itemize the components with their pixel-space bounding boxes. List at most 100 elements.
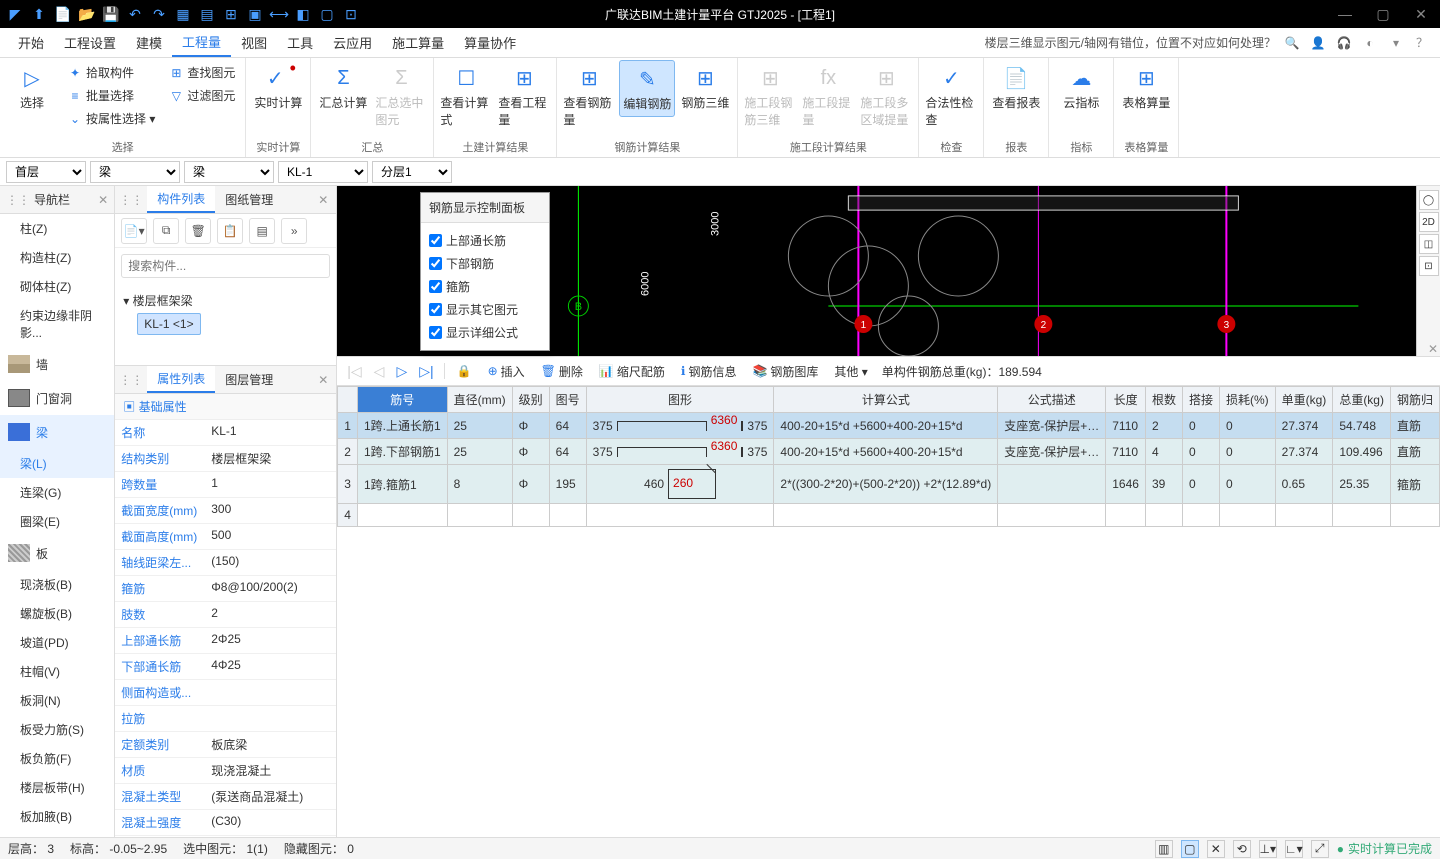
rebar-th[interactable]: 图形 <box>586 387 774 413</box>
tb-new-icon[interactable]: 📄 <box>52 3 74 25</box>
nav-cat-门窗洞[interactable]: 门窗洞 <box>0 381 114 415</box>
rebar-check-箍筋[interactable]: 箍筋 <box>429 275 541 298</box>
component-search-input[interactable] <box>121 254 330 278</box>
rebar-th[interactable]: 损耗(%) <box>1219 387 1275 413</box>
skin-icon[interactable]: ◐ <box>1360 33 1380 53</box>
menu-construction[interactable]: 施工算量 <box>382 29 454 56</box>
tree-leaf-kl1[interactable]: KL-1 <1> <box>137 313 200 335</box>
tab-component-list[interactable]: 构件列表 <box>147 186 215 213</box>
prop-row[interactable]: 跨数量1 <box>115 472 336 498</box>
nav-item-梁(L)[interactable]: 梁(L) <box>0 449 114 478</box>
nav-item-圈梁(E)[interactable]: 圈梁(E) <box>0 507 114 536</box>
comp-layer-button[interactable]: ▤ <box>249 218 275 244</box>
rebar-th[interactable]: 长度 <box>1106 387 1146 413</box>
sb-tool3-icon[interactable]: ✕ <box>1207 840 1225 858</box>
menu-project-settings[interactable]: 工程设置 <box>54 29 126 56</box>
headset-icon[interactable]: 🎧 <box>1334 33 1354 53</box>
ribbon-拾取构件[interactable]: ✦拾取构件 <box>64 62 159 83</box>
ribbon-查看计算式[interactable]: ☐查看计算式 <box>438 60 494 132</box>
comp-tabs-close-icon[interactable]: ✕ <box>310 193 336 207</box>
prop-row[interactable]: 肢数2 <box>115 602 336 628</box>
tb-undo-icon[interactable]: ↶ <box>124 3 146 25</box>
tb-misc2-icon[interactable]: ▢ <box>316 3 338 25</box>
ribbon-实时计算[interactable]: ✓•实时计算 <box>250 60 306 115</box>
nav-item-板负筋(F)[interactable]: 板负筋(F) <box>0 744 114 773</box>
vp-tool4-icon[interactable]: ⊡ <box>1419 256 1439 276</box>
nav-item-板受力筋(S)[interactable]: 板受力筋(S) <box>0 715 114 744</box>
prop-row[interactable]: 结构类别楼层框架梁 <box>115 446 336 472</box>
insert-button[interactable]: ⊕插入 <box>482 360 531 383</box>
rebar-th[interactable]: 根数 <box>1145 387 1182 413</box>
nav-item-构造柱(Z)[interactable]: 构造柱(Z) <box>0 243 114 272</box>
rebar-th[interactable] <box>338 387 358 413</box>
prop-row[interactable]: 侧面构造或... <box>115 680 336 706</box>
rebar-row[interactable]: 31跨.箍筋18Φ1954602602*((300-2*20)+(500-2*2… <box>338 465 1440 504</box>
layer-select[interactable]: 分层1 <box>372 161 452 183</box>
rebar-check-下部钢筋[interactable]: 下部钢筋 <box>429 252 541 275</box>
ribbon-查看钢筋量[interactable]: ⊞查看钢筋量 <box>561 60 617 132</box>
ribbon-表格算量[interactable]: ⊞表格算量 <box>1118 60 1174 115</box>
prop-row[interactable]: 拉筋 <box>115 706 336 732</box>
prop-row[interactable]: 名称KL-1 <box>115 420 336 446</box>
member-select[interactable]: KL-1 <box>278 161 368 183</box>
prop-row[interactable]: 截面宽度(mm)300 <box>115 498 336 524</box>
notify-icon[interactable]: ▾ <box>1386 33 1406 53</box>
prop-row[interactable]: 混凝土强度(C30) <box>115 810 336 836</box>
scale-button[interactable]: 📊缩尺配筋 <box>593 360 671 383</box>
prop-row[interactable]: 上部通长筋2Φ25 <box>115 628 336 654</box>
nav-close-icon[interactable]: ✕ <box>98 193 108 207</box>
nav-next-icon[interactable]: ▷ <box>392 363 411 380</box>
ribbon-查看报表[interactable]: 📄查看报表 <box>988 60 1044 115</box>
info-button[interactable]: ℹ钢筋信息 <box>675 360 743 383</box>
tab-layer-mgmt[interactable]: 图层管理 <box>215 366 283 393</box>
rebar-th[interactable]: 搭接 <box>1182 387 1219 413</box>
sb-tool1-icon[interactable]: ▥ <box>1155 840 1173 858</box>
tb-open-icon[interactable]: 📂 <box>76 3 98 25</box>
ribbon-选择[interactable]: ▷选择 <box>4 60 60 115</box>
rebar-table[interactable]: 筋号直径(mm)级别图号图形计算公式公式描述长度根数搭接损耗(%)单重(kg)总… <box>337 386 1440 527</box>
rebar-th[interactable]: 图号 <box>549 387 586 413</box>
menu-collab[interactable]: 算量协作 <box>454 29 526 56</box>
subcategory-select[interactable]: 梁 <box>184 161 274 183</box>
user-icon[interactable]: 👤 <box>1308 33 1328 53</box>
nav-item-板洞(N)[interactable]: 板洞(N) <box>0 686 114 715</box>
rebar-row[interactable]: 4 <box>338 504 1440 527</box>
prop-row[interactable]: 箍筋Φ8@100/200(2) <box>115 576 336 602</box>
rebar-th[interactable]: 直径(mm) <box>447 387 512 413</box>
menu-tools[interactable]: 工具 <box>277 29 323 56</box>
nav-item-螺旋板(B)[interactable]: 螺旋板(B) <box>0 599 114 628</box>
tb-redo-icon[interactable]: ↷ <box>148 3 170 25</box>
minimize-button[interactable]: — <box>1326 0 1364 28</box>
nav-first-icon[interactable]: |◁ <box>343 363 365 380</box>
sb-tool5-icon[interactable]: ⊥▾ <box>1259 840 1277 858</box>
lock-button[interactable]: 🔒 <box>451 361 478 381</box>
rebar-th[interactable]: 钢筋归 <box>1390 387 1439 413</box>
rebar-th[interactable]: 筋号 <box>357 387 447 413</box>
floor-select[interactable]: 首层 <box>6 161 86 183</box>
nav-cat-板[interactable]: 板 <box>0 536 114 570</box>
nav-item-坡道(PD)[interactable]: 坡道(PD) <box>0 628 114 657</box>
tab-property-list[interactable]: 属性列表 <box>147 366 215 393</box>
tb-grid2-icon[interactable]: ▤ <box>196 3 218 25</box>
comp-paste-button[interactable]: 📋 <box>217 218 243 244</box>
comp-copy-button[interactable]: ⧉ <box>153 218 179 244</box>
prop-row[interactable]: 轴线距梁左...(150) <box>115 550 336 576</box>
prop-row[interactable]: 下部通长筋4Φ25 <box>115 654 336 680</box>
vp-tool2-icon[interactable]: 2D <box>1419 212 1439 232</box>
prop-row[interactable]: 材质现浇混凝土 <box>115 758 336 784</box>
sb-tool2-icon[interactable]: ▢ <box>1181 840 1199 858</box>
rebar-check-显示其它图元[interactable]: 显示其它图元 <box>429 298 541 321</box>
ribbon-查看工程量[interactable]: ⊞查看工程量 <box>496 60 552 132</box>
ribbon-编辑钢筋[interactable]: ✎编辑钢筋 <box>619 60 675 117</box>
nav-item-柱(Z)[interactable]: 柱(Z) <box>0 214 114 243</box>
other-button[interactable]: 其他 ▾ <box>828 360 873 383</box>
ribbon-合法性检查[interactable]: ✓合法性检查 <box>923 60 979 132</box>
tb-dim-icon[interactable]: ⟷ <box>268 3 290 25</box>
app-logo-icon[interactable]: ◤ <box>4 3 26 25</box>
nav-cat-墙[interactable]: 墙 <box>0 347 114 381</box>
nav-item-约束边缘非阴影...[interactable]: 约束边缘非阴影... <box>0 301 114 347</box>
menu-modeling[interactable]: 建模 <box>126 29 172 56</box>
comp-more-button[interactable]: » <box>281 218 307 244</box>
vp-tool1-icon[interactable]: ◯ <box>1419 190 1439 210</box>
nav-cat-梁[interactable]: 梁 <box>0 415 114 449</box>
